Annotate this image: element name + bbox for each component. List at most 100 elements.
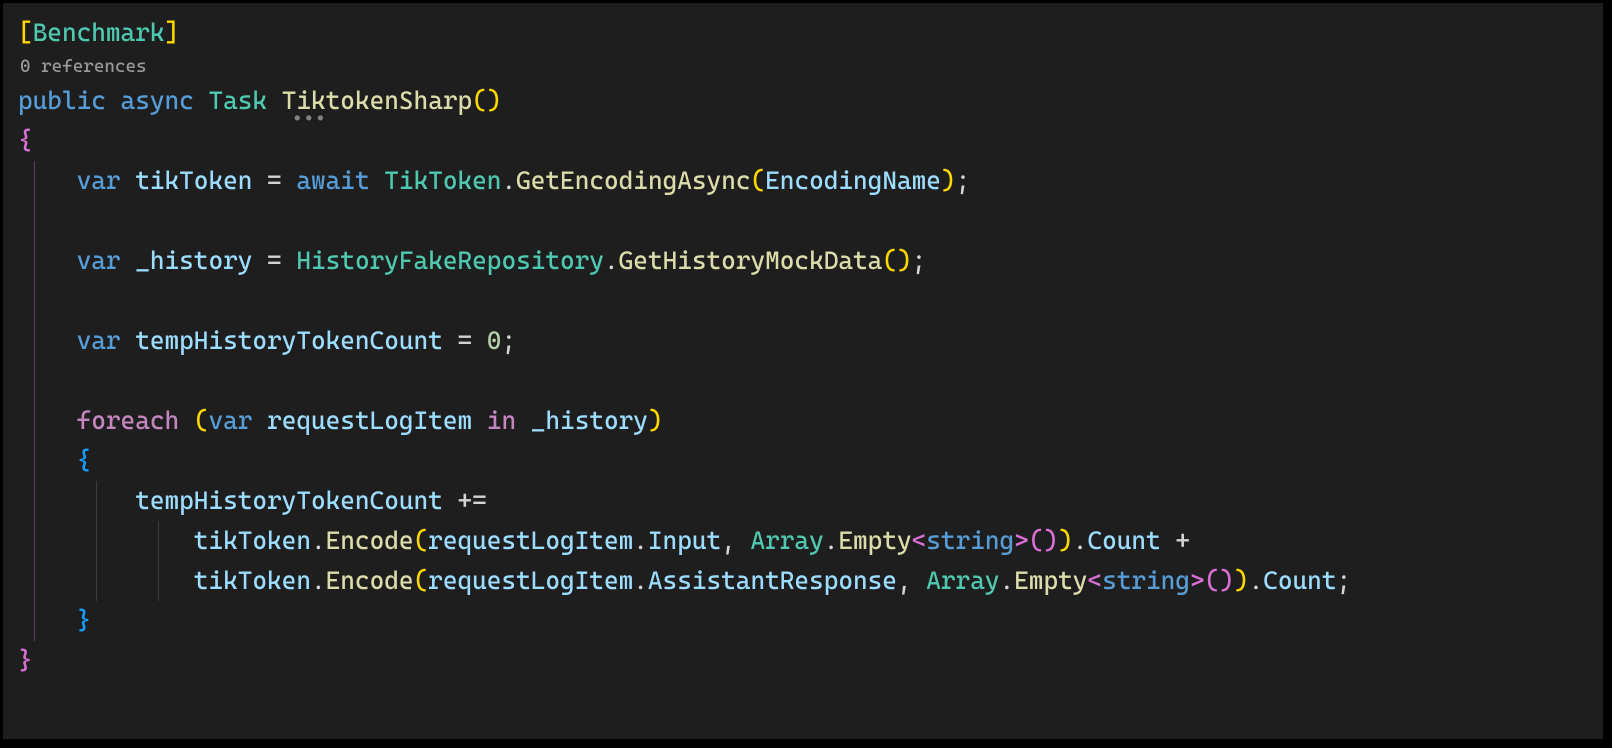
keyword-in: in: [487, 406, 516, 435]
paren-close: ): [1058, 526, 1073, 555]
number-literal: 0: [487, 326, 502, 355]
property: Count: [1263, 566, 1336, 595]
paren-close: ): [897, 246, 912, 275]
code-line[interactable]: var tempHistoryTokenCount = 0;: [18, 321, 1603, 361]
method-call: Empty: [838, 526, 911, 555]
paren-open: (: [1029, 526, 1044, 555]
paren-close: ): [487, 86, 502, 115]
keyword-await: await: [296, 166, 369, 195]
code-line-blank[interactable]: [18, 361, 1603, 401]
keyword-var: var: [77, 166, 121, 195]
paren-close: ): [1234, 566, 1249, 595]
angle-open: <: [1087, 566, 1102, 595]
method-name: TiktokenSharp: [282, 86, 472, 115]
method-call: GetEncodingAsync: [516, 166, 750, 195]
dot: .: [1000, 566, 1015, 595]
type: HistoryFakeRepository: [296, 246, 604, 275]
type: Array: [750, 526, 823, 555]
dot: .: [1073, 526, 1088, 555]
operator: =: [267, 166, 282, 195]
brace-open: {: [77, 446, 92, 475]
code-line[interactable]: [Benchmark]: [18, 13, 1603, 53]
keyword-public: public: [18, 86, 106, 115]
semicolon: ;: [956, 166, 971, 195]
identifier: requestLogItem: [267, 406, 472, 435]
code-line-blank[interactable]: [18, 281, 1603, 321]
semicolon: ;: [501, 326, 516, 355]
operator: =: [457, 326, 472, 355]
type: TikToken: [384, 166, 501, 195]
dot: .: [824, 526, 839, 555]
dot: .: [311, 526, 326, 555]
code-line-blank[interactable]: [18, 201, 1603, 241]
keyword-var: var: [208, 406, 252, 435]
code-line[interactable]: }: [18, 601, 1603, 641]
paren-close: ): [1219, 566, 1234, 595]
method-call: GetHistoryMockData: [619, 246, 883, 275]
code-line[interactable]: tikToken.Encode(requestLogItem.Assistant…: [18, 561, 1603, 601]
dot: .: [633, 566, 648, 595]
code-line[interactable]: var tikToken = await TikToken.GetEncodin…: [18, 161, 1603, 201]
code-editor[interactable]: [Benchmark] 0 references public async Ta…: [0, 0, 1606, 742]
brace-close: }: [18, 646, 33, 675]
code-line[interactable]: tempHistoryTokenCount +=: [18, 481, 1603, 521]
bracket-close: ]: [165, 18, 180, 47]
keyword-var: var: [77, 326, 121, 355]
paren-open: (: [414, 526, 429, 555]
code-line[interactable]: foreach (var requestLogItem in _history): [18, 401, 1603, 441]
paren-open: (: [414, 566, 429, 595]
type: Array: [926, 566, 999, 595]
paren-close: ): [648, 406, 663, 435]
identifier: requestLogItem: [428, 566, 633, 595]
comma: ,: [721, 526, 736, 555]
brace-close: }: [77, 606, 92, 635]
codelens-references[interactable]: 0 references: [18, 53, 1603, 81]
dot: .: [633, 526, 648, 555]
dot: .: [501, 166, 516, 195]
bracket-open: [: [18, 18, 33, 47]
property: Count: [1087, 526, 1160, 555]
operator: +=: [457, 486, 486, 515]
keyword-foreach: foreach: [77, 406, 180, 435]
brace-open: {: [18, 126, 33, 155]
semicolon: ;: [912, 246, 927, 275]
identifier: requestLogItem: [428, 526, 633, 555]
angle-open: <: [912, 526, 927, 555]
dot: .: [1249, 566, 1264, 595]
paren-open: (: [882, 246, 897, 275]
identifier: EncodingName: [765, 166, 941, 195]
angle-close: >: [1014, 526, 1029, 555]
dot: .: [311, 566, 326, 595]
code-line[interactable]: tikToken.Encode(requestLogItem.Input, Ar…: [18, 521, 1603, 561]
method-call: Encode: [326, 566, 414, 595]
paren-close: ): [1043, 526, 1058, 555]
keyword-async: async: [121, 86, 194, 115]
keyword-var: var: [77, 246, 121, 275]
type-task: Task: [208, 86, 267, 115]
code-line[interactable]: }: [18, 641, 1603, 681]
paren-open: (: [472, 86, 487, 115]
angle-close: >: [1190, 566, 1205, 595]
code-line[interactable]: var _history = HistoryFakeRepository.Get…: [18, 241, 1603, 281]
method-call: Encode: [326, 526, 414, 555]
keyword-string: string: [1102, 566, 1190, 595]
code-line[interactable]: {: [18, 441, 1603, 481]
identifier: tempHistoryTokenCount: [135, 326, 443, 355]
paren-close: ): [941, 166, 956, 195]
operator: =: [267, 246, 282, 275]
property: Input: [648, 526, 721, 555]
paren-open: (: [194, 406, 209, 435]
operator: +: [1175, 526, 1190, 555]
code-line[interactable]: {: [18, 121, 1603, 161]
identifier: tempHistoryTokenCount: [135, 486, 443, 515]
attribute-name: Benchmark: [33, 18, 165, 47]
identifier: _history: [531, 406, 648, 435]
identifier: tikToken: [194, 566, 311, 595]
dot: .: [604, 246, 619, 275]
paren-open: (: [750, 166, 765, 195]
identifier: _history: [135, 246, 252, 275]
comma: ,: [897, 566, 912, 595]
keyword-string: string: [926, 526, 1014, 555]
identifier: tikToken: [135, 166, 252, 195]
code-line[interactable]: public async Task TiktokenSharp(): [18, 81, 1603, 121]
